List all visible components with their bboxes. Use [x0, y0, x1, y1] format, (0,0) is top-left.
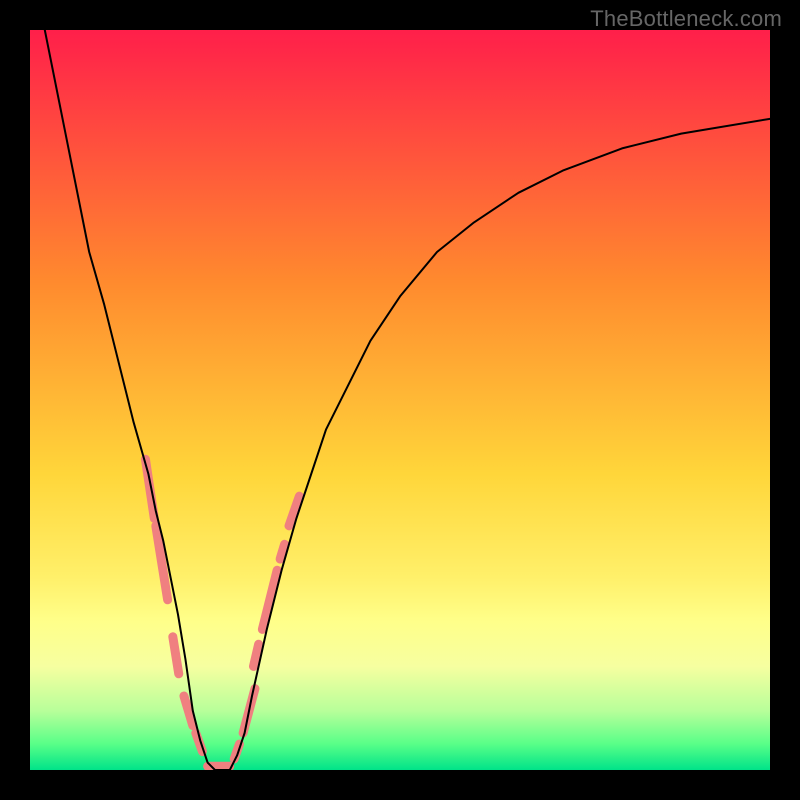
- outer-frame: TheBottleneck.com: [0, 0, 800, 800]
- marker-segment: [253, 644, 258, 666]
- plot-area: [30, 30, 770, 770]
- marker-segment: [280, 544, 284, 559]
- chart-svg: [30, 30, 770, 770]
- marker-segment: [173, 637, 179, 674]
- gradient-bg: [30, 30, 770, 770]
- watermark-text: TheBottleneck.com: [590, 6, 782, 32]
